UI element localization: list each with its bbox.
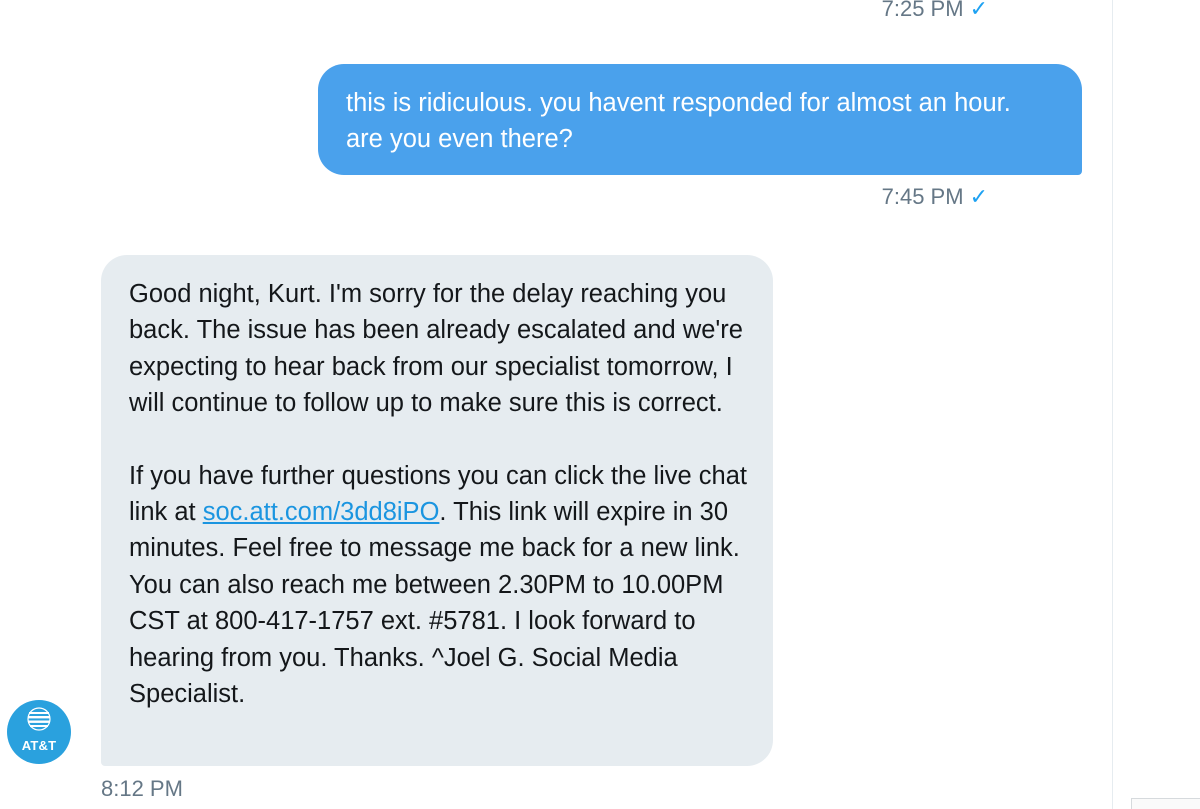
- message-timestamp: 7:25 PM ✓: [882, 0, 988, 22]
- side-pane: [1113, 0, 1200, 809]
- checkmark-icon: ✓: [969, 184, 988, 209]
- received-message-bubble[interactable]: Good night, Kurt. I'm sorry for the dela…: [101, 255, 773, 766]
- received-message-paragraph: Good night, Kurt. I'm sorry for the dela…: [129, 280, 743, 418]
- sent-message-timestamp: 7:45 PM ✓: [882, 184, 988, 210]
- checkmark-icon: ✓: [969, 0, 988, 21]
- conversation-pane: 7:25 PM ✓ this is ridiculous. you havent …: [0, 0, 1112, 809]
- paragraph-text: . This link will expire in 30 minutes. F…: [129, 498, 740, 709]
- timestamp-text: 8:12 PM: [101, 776, 183, 801]
- sent-message-text: this is ridiculous. you havent responded…: [346, 89, 1011, 153]
- received-message-timestamp: 8:12 PM: [101, 776, 183, 802]
- timestamp-text: 7:45 PM: [881, 184, 964, 209]
- avatar-label: AT&T: [21, 738, 57, 753]
- timestamp-text: 7:25 PM: [881, 0, 964, 21]
- live-chat-link[interactable]: soc.att.com/3dd8iPO: [203, 498, 440, 526]
- resize-handle[interactable]: [1131, 798, 1200, 809]
- sent-message-bubble[interactable]: this is ridiculous. you havent responded…: [318, 64, 1082, 175]
- received-message-paragraph: If you have further questions you can cl…: [129, 458, 747, 713]
- att-globe-icon: [27, 707, 51, 731]
- avatar[interactable]: AT&T: [7, 700, 71, 764]
